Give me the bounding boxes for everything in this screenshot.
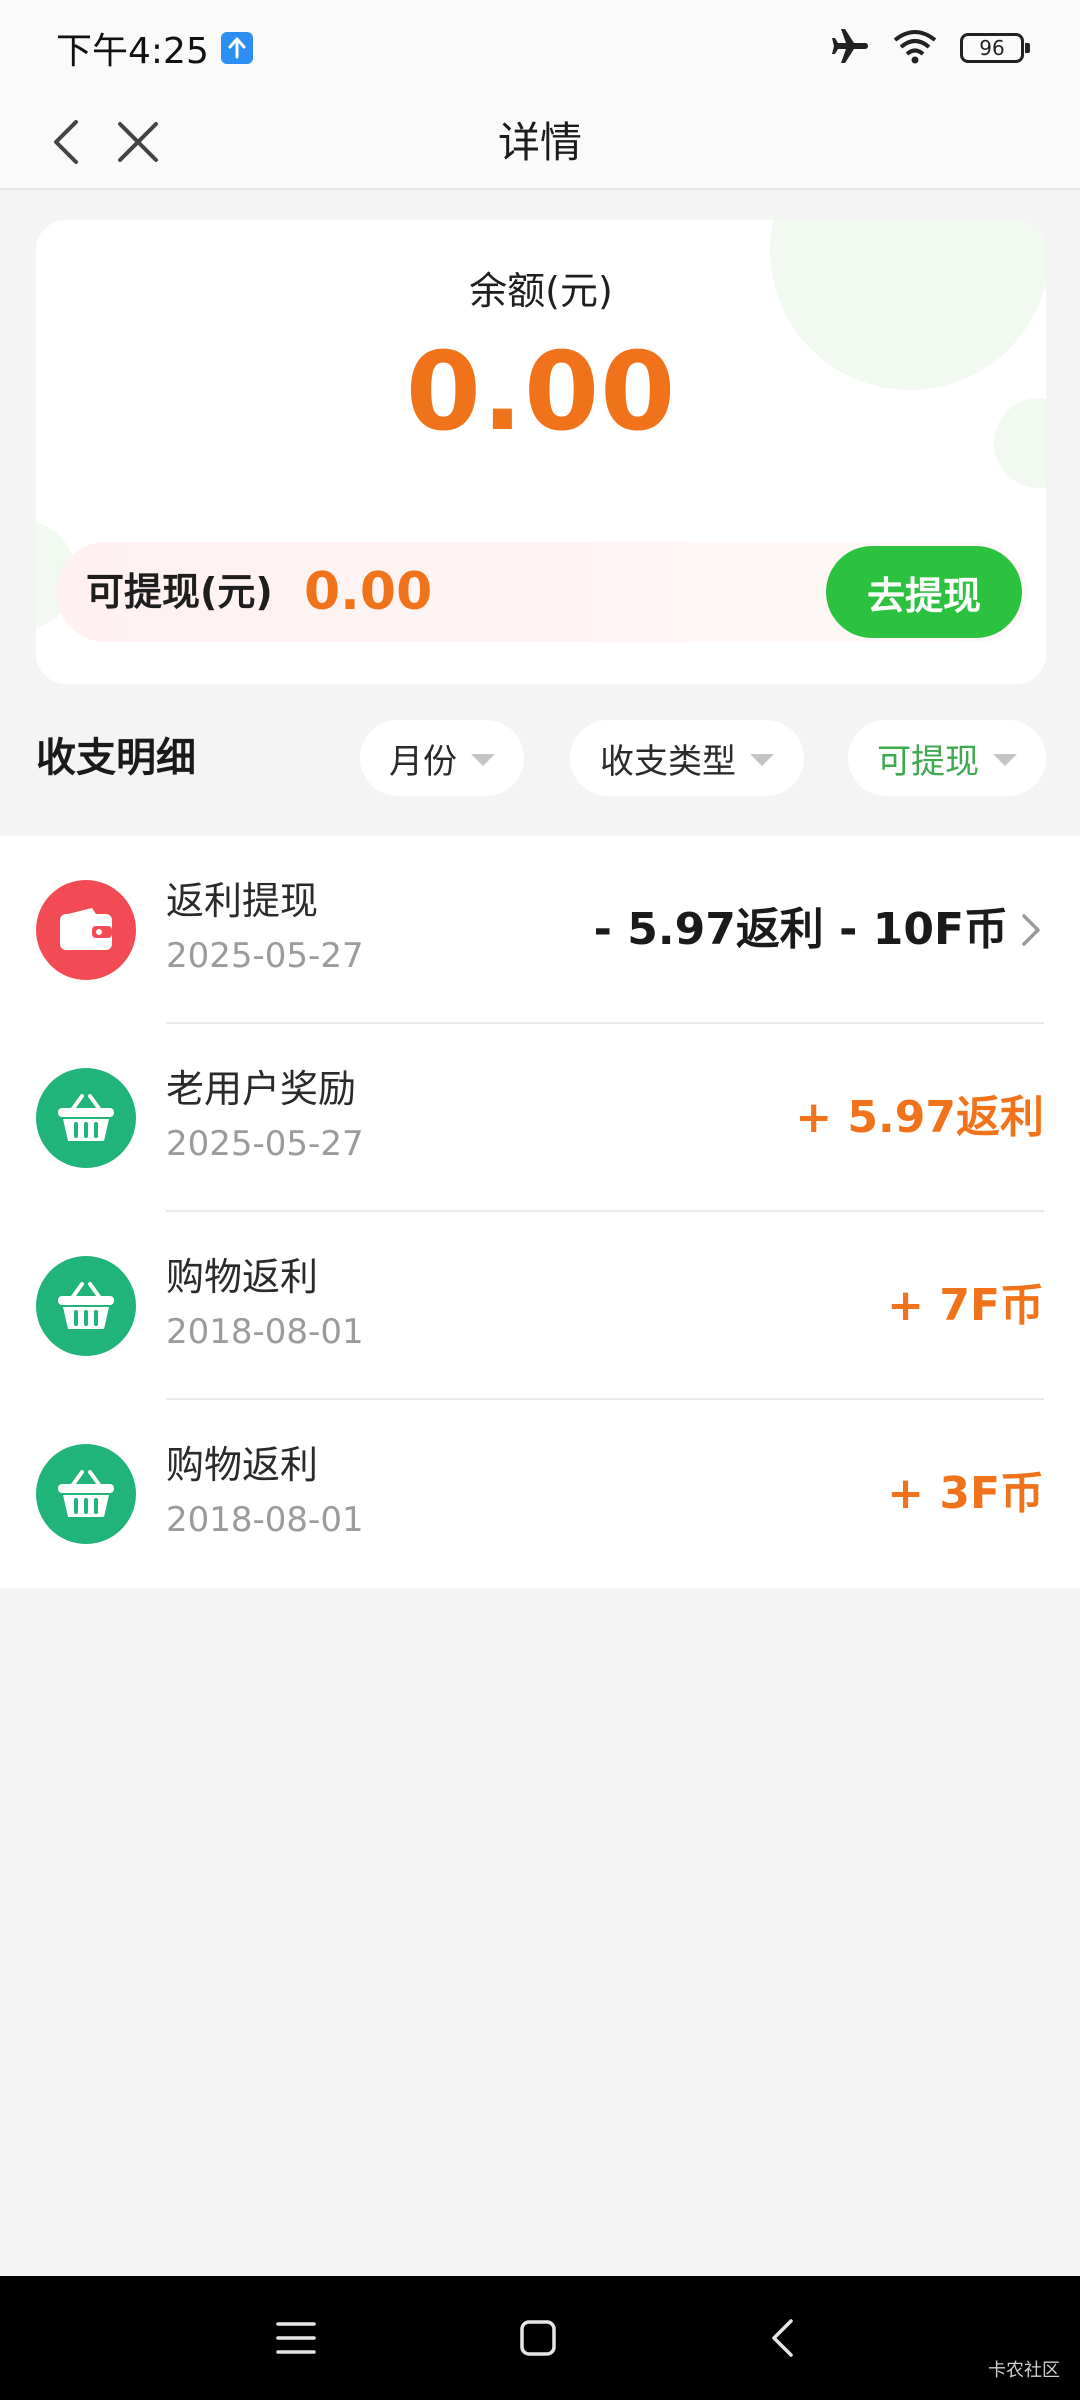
status-icons: 96 (830, 26, 1030, 70)
transaction-title: 购物返利 (166, 1443, 319, 1487)
battery-level: 96 (979, 36, 1005, 60)
recent-apps-button[interactable] (256, 2298, 336, 2378)
balance-card: 余额(元) 0.00 可提现(元) 0.00 去提现 (36, 220, 1046, 684)
upload-icon (220, 32, 253, 64)
transaction-title: 购物返利 (166, 1255, 319, 1299)
withdraw-button[interactable]: 去提现 (826, 546, 1022, 638)
wifi-icon (892, 28, 938, 68)
transaction-title: 返利提现 (166, 879, 319, 923)
dropdown-arrow-icon (750, 754, 774, 766)
transaction-title: 老用户奖励 (166, 1067, 357, 1111)
close-button[interactable] (106, 110, 170, 174)
battery-icon: 96 (960, 33, 1030, 63)
filter-month[interactable]: 月份 (360, 720, 524, 796)
transaction-date: 2025-05-27 (166, 1124, 364, 1164)
status-time: 下午4:25 (56, 31, 209, 72)
filter-month-label: 月份 (389, 741, 457, 782)
transaction-amount: + 3F币 (887, 1468, 1044, 1519)
wallet-icon (36, 880, 136, 980)
transaction-row[interactable]: 购物返利 2018-08-01 + 7F币 (0, 1212, 1080, 1400)
transaction-row[interactable]: 老用户奖励 2025-05-27 + 5.97返利 (0, 1024, 1080, 1212)
basket-icon (36, 1068, 136, 1168)
back-button[interactable] (34, 110, 98, 174)
system-nav-bar: 卡农社区 (0, 2276, 1080, 2400)
withdrawable-value: 0.00 (304, 562, 433, 622)
section-title: 收支明细 (36, 735, 196, 781)
menu-icon (276, 2322, 316, 2354)
close-icon (118, 122, 158, 162)
dropdown-arrow-icon (471, 754, 495, 766)
status-bar: 下午4:25 96 (0, 0, 1080, 96)
transaction-amount: - 5.97返利 - 10F币 (593, 904, 1008, 955)
basket-icon (36, 1256, 136, 1356)
dropdown-arrow-icon (993, 754, 1017, 766)
watermark: 卡农社区 (988, 2360, 1060, 2381)
chevron-right-icon (1022, 914, 1040, 946)
back-icon (772, 2319, 793, 2357)
filter-type[interactable]: 收支类型 (570, 720, 804, 796)
transaction-date: 2018-08-01 (166, 1500, 364, 1540)
withdrawable-label: 可提现(元) (86, 570, 273, 614)
filter-withdrawable-label: 可提现 (877, 741, 979, 782)
home-button[interactable] (498, 2298, 578, 2378)
home-icon (520, 2320, 556, 2356)
filter-withdrawable[interactable]: 可提现 (848, 720, 1046, 796)
filter-type-label: 收支类型 (600, 741, 736, 782)
balance-value: 0.00 (405, 330, 677, 455)
transaction-date: 2018-08-01 (166, 1312, 364, 1352)
airplane-icon (830, 26, 870, 70)
transaction-amount: + 7F币 (887, 1280, 1044, 1331)
balance-label: 余额(元) (469, 269, 613, 313)
system-back-button[interactable] (742, 2298, 822, 2378)
chevron-left-icon (54, 120, 78, 164)
transaction-list: 返利提现 2025-05-27 - 5.97返利 - 10F币 老用户奖励 20… (0, 836, 1080, 1588)
transaction-date: 2025-05-27 (166, 936, 364, 976)
transaction-row[interactable]: 返利提现 2025-05-27 - 5.97返利 - 10F币 (0, 836, 1080, 1024)
nav-bar: 详情 (0, 96, 1080, 190)
basket-icon (36, 1444, 136, 1544)
transaction-amount: + 5.97返利 (795, 1092, 1044, 1143)
transaction-row[interactable]: 购物返利 2018-08-01 + 3F币 (0, 1400, 1080, 1588)
